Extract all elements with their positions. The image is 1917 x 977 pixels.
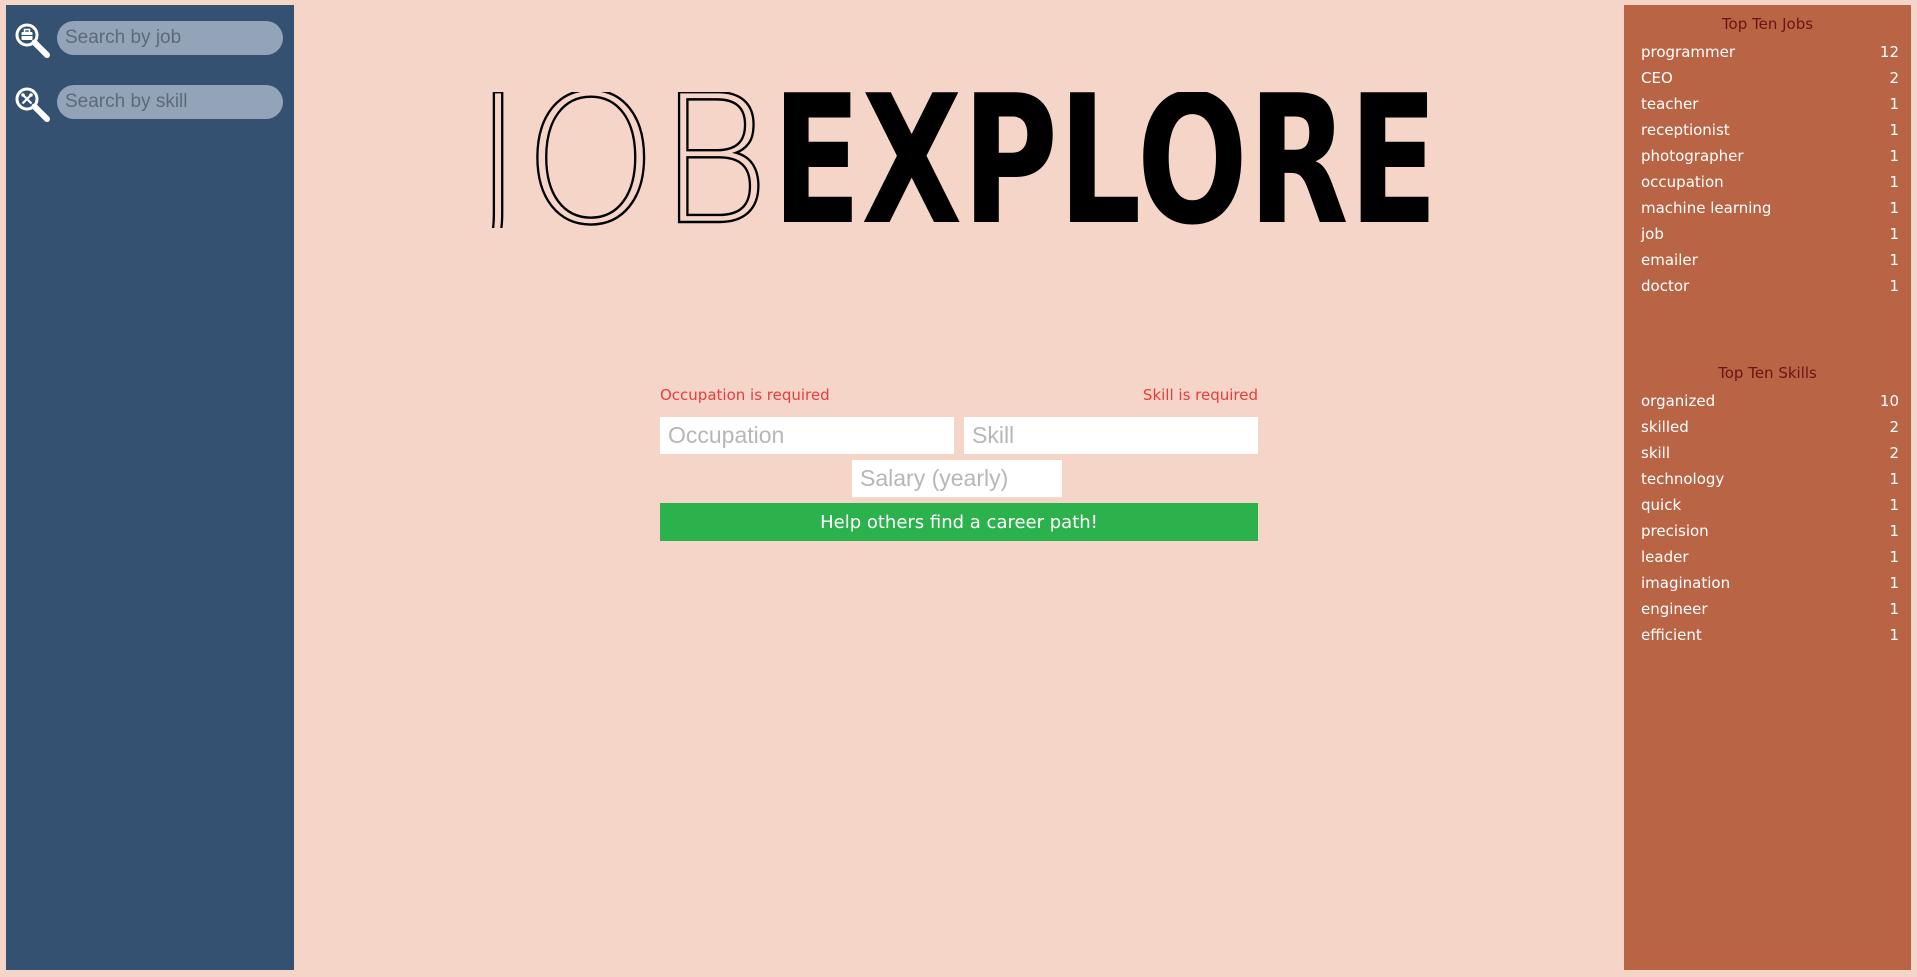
briefcase-search-icon[interactable]: [14, 22, 52, 60]
skill-count: 2: [1889, 444, 1899, 462]
skill-count: 1: [1889, 496, 1899, 514]
jobexplore-logo: JOB EXPLORE: [472, 92, 1438, 228]
skill-search-row: [14, 82, 290, 122]
top-skills-list: organized 10 skilled 2 skill 2 technology 1 …: [1641, 388, 1899, 648]
top-job-item[interactable]: doctor 1: [1641, 273, 1899, 299]
top-skill-item[interactable]: precision 1: [1641, 518, 1899, 544]
job-count: 1: [1889, 277, 1899, 295]
skill-name: skilled: [1641, 418, 1689, 436]
top-job-item[interactable]: teacher 1: [1641, 91, 1899, 117]
job-name: machine learning: [1641, 199, 1772, 217]
job-search-row: [14, 18, 290, 58]
top-skill-item[interactable]: quick 1: [1641, 492, 1899, 518]
occupation-field[interactable]: [660, 417, 954, 454]
top-job-item[interactable]: machine learning 1: [1641, 195, 1899, 221]
skill-name: skill: [1641, 444, 1671, 462]
skill-count: 10: [1879, 392, 1899, 410]
top-job-item[interactable]: occupation 1: [1641, 169, 1899, 195]
job-name: doctor: [1641, 277, 1690, 295]
top-skills-title: Top Ten Skills: [1718, 364, 1817, 382]
skill-search-input[interactable]: [57, 85, 283, 119]
skill-search-icon[interactable]: [14, 86, 52, 124]
skill-count: 1: [1889, 574, 1899, 592]
skill-count: 1: [1889, 600, 1899, 618]
skill-name: organized: [1641, 392, 1716, 410]
top-job-item[interactable]: CEO 2: [1641, 65, 1899, 91]
top-job-item[interactable]: programmer 12: [1641, 39, 1899, 65]
submit-career-path-button[interactable]: Help others find a career path!: [660, 503, 1258, 541]
occupation-error: Occupation is required: [660, 386, 830, 404]
skill-name: technology: [1641, 470, 1725, 488]
top-jobs-list: programmer 12 CEO 2 teacher 1 receptionist 1…: [1641, 39, 1899, 299]
logo-light-text: JOB: [473, 92, 770, 228]
job-count: 1: [1889, 95, 1899, 113]
job-count: 1: [1889, 121, 1899, 139]
job-count: 2: [1889, 69, 1899, 87]
job-name: teacher: [1641, 95, 1699, 113]
job-count: 1: [1889, 251, 1899, 269]
job-name: CEO: [1641, 69, 1673, 87]
logo-bold-text: EXPLORE: [772, 92, 1438, 228]
skill-field[interactable]: [964, 417, 1258, 454]
job-count: 12: [1879, 43, 1899, 61]
top-skill-item[interactable]: leader 1: [1641, 544, 1899, 570]
skill-error: Skill is required: [1142, 386, 1258, 404]
skill-name: quick: [1641, 496, 1682, 514]
job-name: photographer: [1641, 147, 1744, 165]
skill-count: 1: [1889, 548, 1899, 566]
top-skill-item[interactable]: engineer 1: [1641, 596, 1899, 622]
job-name: occupation: [1641, 173, 1724, 191]
top-jobs-title: Top Ten Jobs: [1721, 15, 1814, 33]
job-name: programmer: [1641, 43, 1736, 61]
skill-name: imagination: [1641, 574, 1731, 592]
skill-name: precision: [1641, 522, 1709, 540]
top-skill-item[interactable]: organized 10: [1641, 388, 1899, 414]
job-name: emailer: [1641, 251, 1698, 269]
top-skill-item[interactable]: efficient 1: [1641, 622, 1899, 648]
top-skill-item[interactable]: technology 1: [1641, 466, 1899, 492]
top-job-item[interactable]: emailer 1: [1641, 247, 1899, 273]
top-skill-item[interactable]: skilled 2: [1641, 414, 1899, 440]
right-sidebar: Top Ten Jobs programmer 12 CEO 2 teacher 1 …: [1624, 5, 1911, 970]
top-skill-item[interactable]: imagination 1: [1641, 570, 1899, 596]
skill-name: engineer: [1641, 600, 1708, 618]
top-job-item[interactable]: job 1: [1641, 221, 1899, 247]
skill-count: 2: [1889, 418, 1899, 436]
salary-field[interactable]: [852, 460, 1062, 497]
job-name: job: [1641, 225, 1664, 243]
job-count: 1: [1889, 225, 1899, 243]
top-job-item[interactable]: receptionist 1: [1641, 117, 1899, 143]
job-name: receptionist: [1641, 121, 1730, 139]
job-count: 1: [1889, 173, 1899, 191]
top-job-item[interactable]: photographer 1: [1641, 143, 1899, 169]
skill-name: efficient: [1641, 626, 1702, 644]
job-search-input[interactable]: [57, 21, 283, 55]
left-sidebar: [6, 5, 294, 970]
skill-count: 1: [1889, 626, 1899, 644]
skill-count: 1: [1889, 470, 1899, 488]
skill-name: leader: [1641, 548, 1689, 566]
skill-count: 1: [1889, 522, 1899, 540]
top-skill-item[interactable]: skill 2: [1641, 440, 1899, 466]
job-count: 1: [1889, 199, 1899, 217]
job-count: 1: [1889, 147, 1899, 165]
